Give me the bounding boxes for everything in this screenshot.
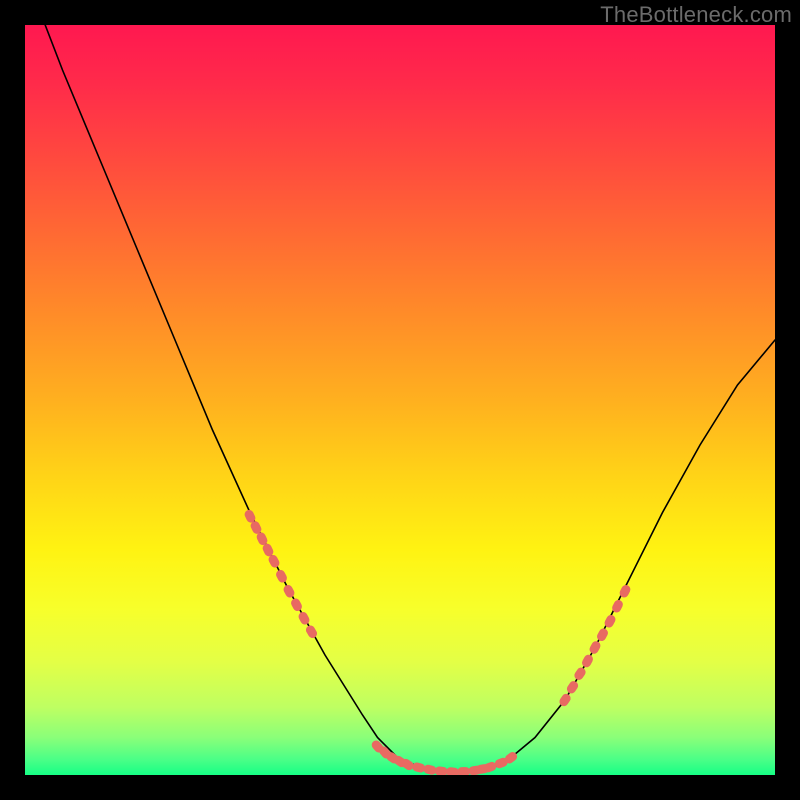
- plot-area: [25, 25, 775, 775]
- data-marker: [457, 767, 470, 775]
- data-marker: [595, 627, 609, 643]
- bottleneck-curve: [25, 25, 775, 772]
- watermark-text: TheBottleneck.com: [600, 2, 792, 28]
- chart-svg: [25, 25, 775, 775]
- data-marker: [274, 568, 288, 584]
- data-marker: [434, 766, 448, 775]
- data-marker: [282, 583, 296, 599]
- curve-layer: [25, 25, 775, 772]
- data-marker: [289, 597, 303, 613]
- data-marker: [297, 610, 311, 626]
- data-marker: [588, 640, 602, 656]
- data-marker: [565, 679, 580, 695]
- data-marker: [573, 666, 588, 682]
- marker-layer: [243, 508, 632, 775]
- chart-frame: TheBottleneck.com: [0, 0, 800, 800]
- data-marker: [580, 653, 594, 669]
- data-marker: [304, 624, 318, 640]
